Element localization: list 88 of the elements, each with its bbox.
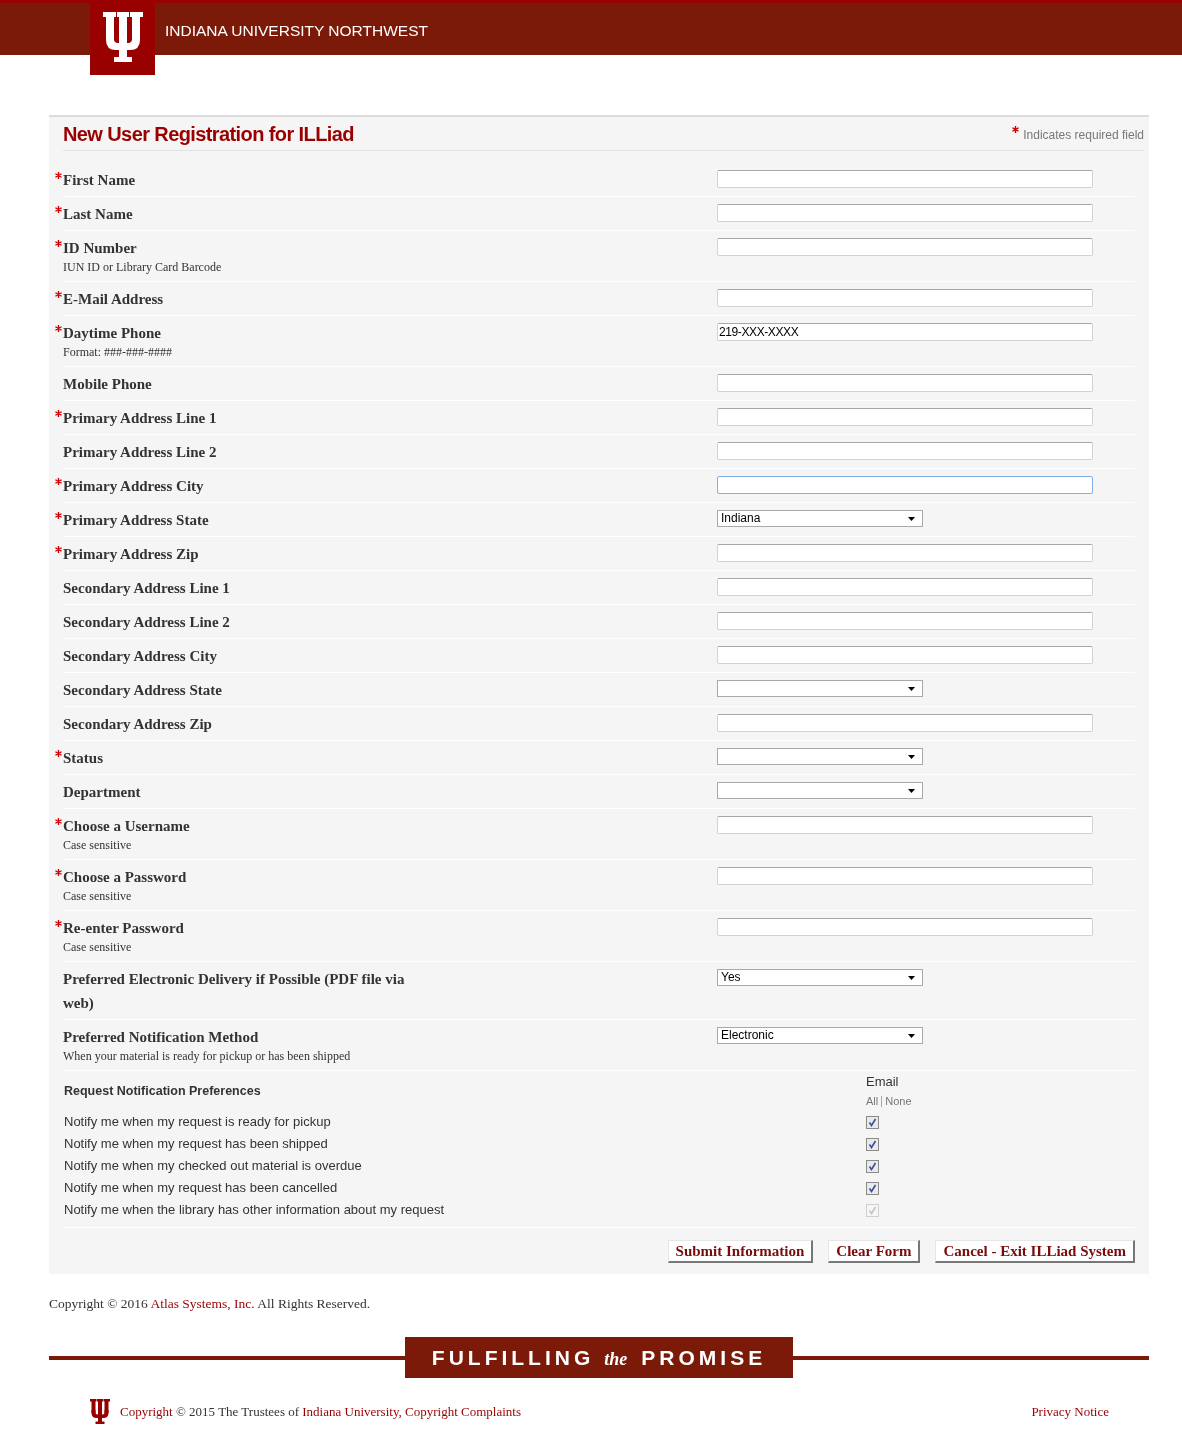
text-field[interactable] bbox=[717, 816, 1093, 834]
checkbox[interactable] bbox=[866, 1115, 879, 1129]
text-field[interactable] bbox=[717, 374, 1093, 392]
field-hint: Case sensitive bbox=[63, 889, 133, 904]
text-field[interactable] bbox=[717, 867, 1093, 885]
dropdown[interactable] bbox=[717, 680, 923, 697]
caret-icon bbox=[908, 754, 915, 759]
field-label: Primary Address Line 2 bbox=[63, 443, 217, 462]
footer-link[interactable]: Copyright bbox=[120, 1403, 173, 1419]
dropdown[interactable] bbox=[717, 782, 923, 799]
dropdown[interactable] bbox=[717, 748, 923, 765]
text-field[interactable] bbox=[717, 170, 1093, 188]
field-label: Secondary Address Line 1 bbox=[63, 579, 230, 598]
select-all-link[interactable]: All bbox=[866, 1094, 879, 1108]
text-field[interactable] bbox=[717, 544, 1093, 562]
company-link[interactable]: Atlas Systems, Inc. bbox=[150, 1296, 255, 1311]
text-field[interactable] bbox=[717, 289, 1093, 307]
text-field[interactable]: 219-XXX-XXXX bbox=[717, 323, 1093, 341]
section-heading: Request Notification Preferences bbox=[63, 1084, 261, 1098]
select-none-link[interactable]: None bbox=[885, 1094, 912, 1108]
column-heading: Email bbox=[866, 1074, 899, 1090]
field-label: Department bbox=[63, 783, 141, 802]
notification-option-label: Notify me when my request is ready for pickup bbox=[63, 1114, 331, 1130]
dropdown[interactable]: Indiana bbox=[717, 510, 923, 527]
field-label: ID Number bbox=[63, 239, 137, 258]
field-label: Daytime Phone bbox=[63, 324, 161, 343]
caret-icon bbox=[908, 788, 915, 793]
field-label: Primary Address Line 1 bbox=[63, 409, 217, 428]
site-title: INDIANA UNIVERSITY NORTHWEST bbox=[165, 22, 428, 40]
text-field[interactable] bbox=[717, 612, 1093, 630]
field-label: Mobile Phone bbox=[63, 375, 152, 394]
text-field[interactable] bbox=[717, 204, 1093, 222]
text-field[interactable] bbox=[717, 238, 1093, 256]
text-field[interactable] bbox=[717, 442, 1093, 460]
field-hint: IUN ID or Library Card Barcode bbox=[63, 260, 223, 275]
caret-icon bbox=[908, 1033, 915, 1038]
field-label: Secondary Address State bbox=[63, 681, 222, 700]
footer-copyright-text: Copyright © 2015 The Trustees of Indiana University, Copyright Complaints bbox=[120, 1403, 521, 1420]
field-hint: Case sensitive bbox=[63, 940, 133, 955]
text-field[interactable] bbox=[717, 408, 1093, 426]
checkbox[interactable] bbox=[866, 1159, 879, 1173]
checkbox[interactable] bbox=[866, 1181, 879, 1195]
field-hint: Format: ###-###-#### bbox=[63, 345, 173, 360]
copyright-text: Copyright © 2016 Atlas Systems, Inc. All Rights Reserved. bbox=[49, 1296, 371, 1312]
field-label: Preferred Electronic Delivery if Possible (PDF file via web) bbox=[63, 970, 406, 1013]
caret-icon bbox=[908, 975, 915, 980]
field-label: First Name bbox=[63, 171, 136, 190]
field-label: Status bbox=[63, 749, 103, 768]
field-label: Secondary Address City bbox=[63, 647, 217, 666]
field-label: Primary Address Zip bbox=[63, 545, 199, 564]
notification-option-label: Notify me when my checked out material is overdue bbox=[63, 1158, 362, 1174]
checkbox[interactable] bbox=[866, 1137, 879, 1151]
form-button[interactable]: Submit Information bbox=[667, 1240, 814, 1263]
form-button[interactable]: Cancel - Exit ILLiad System bbox=[935, 1240, 1135, 1263]
footer-link[interactable]: Indiana University, bbox=[302, 1403, 402, 1419]
text-field[interactable] bbox=[717, 918, 1093, 936]
notification-option-label: Notify me when my request has been cancelled bbox=[63, 1180, 338, 1196]
logo-icon[interactable] bbox=[90, 0, 155, 75]
field-label: Re-enter Password bbox=[63, 919, 184, 938]
logo-icon[interactable] bbox=[90, 1399, 110, 1424]
form-button[interactable]: Clear Form bbox=[828, 1240, 921, 1263]
field-label: E-Mail Address bbox=[63, 290, 164, 309]
field-label: Choose a Username bbox=[63, 817, 190, 836]
field-label: Primary Address State bbox=[63, 511, 209, 530]
field-label: Secondary Address Zip bbox=[63, 715, 212, 734]
required-field-note: Indicates required field bbox=[1023, 127, 1144, 142]
text-field[interactable] bbox=[717, 476, 1093, 494]
notification-option-label: Notify me when the library has other information about my request bbox=[63, 1202, 445, 1218]
text-field[interactable] bbox=[717, 714, 1093, 732]
field-label: Secondary Address Line 2 bbox=[63, 613, 230, 632]
privacy-link[interactable]: Privacy Notice bbox=[1031, 1403, 1109, 1420]
field-label: Last Name bbox=[63, 205, 133, 224]
text-field[interactable] bbox=[717, 578, 1093, 596]
field-label: Primary Address City bbox=[63, 477, 204, 496]
field-hint: Case sensitive bbox=[63, 838, 133, 853]
caret-icon bbox=[908, 686, 915, 691]
dropdown[interactable]: Yes bbox=[717, 969, 923, 986]
notification-option-label: Notify me when my request has been shipped bbox=[63, 1136, 328, 1152]
field-hint: When your material is ready for pickup or has been shipped bbox=[63, 1049, 352, 1064]
form-title: New User Registration for ILLiad bbox=[63, 121, 354, 146]
dropdown[interactable]: Electronic bbox=[717, 1027, 923, 1044]
slogan-text: FULFILLING the PROMISE bbox=[431, 1345, 767, 1370]
asterisk-icon bbox=[1012, 125, 1020, 133]
field-label: Preferred Notification Method bbox=[63, 1028, 259, 1047]
text-field[interactable] bbox=[717, 646, 1093, 664]
caret-icon bbox=[908, 516, 915, 521]
field-label: Choose a Password bbox=[63, 868, 187, 887]
footer-link[interactable]: Copyright Complaints bbox=[405, 1403, 521, 1419]
